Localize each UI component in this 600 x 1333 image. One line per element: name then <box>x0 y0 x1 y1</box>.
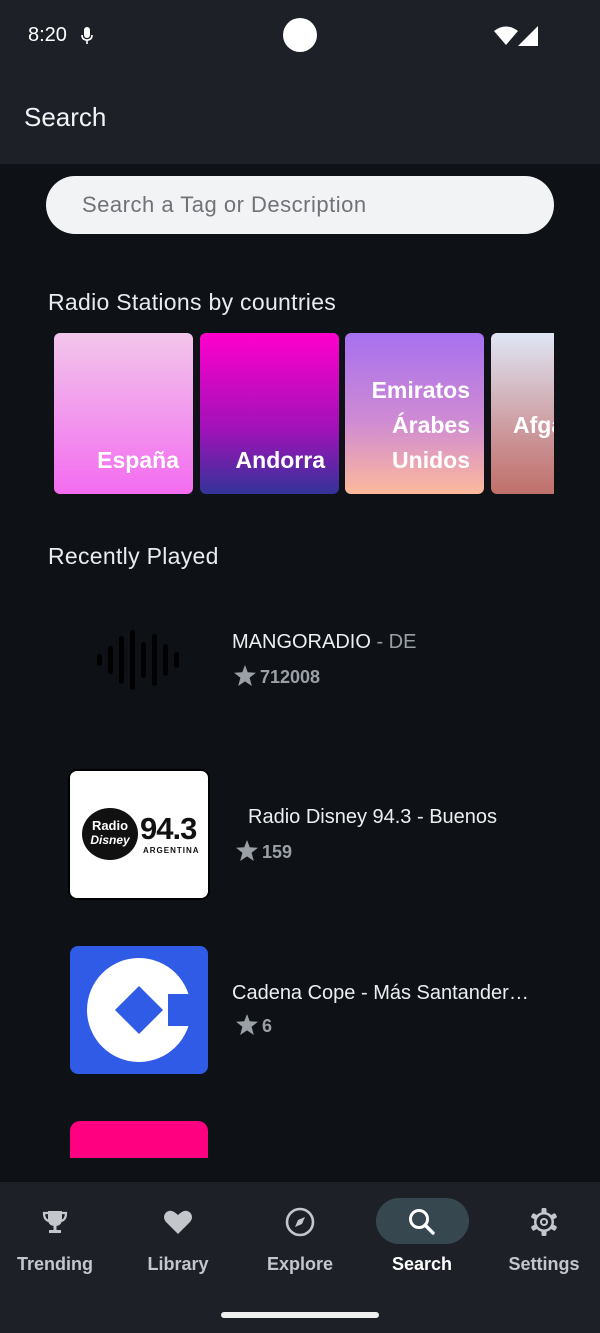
nav-label: Search <box>391 1254 453 1274</box>
logo-text: 94.3 <box>140 811 197 846</box>
bottom-navigation: Trending Library Explore Search Settings <box>0 1182 600 1333</box>
star-icon <box>234 665 256 686</box>
signal-icon <box>518 26 538 46</box>
rating-count: 712008 <box>260 667 321 687</box>
gear-icon <box>531 1208 557 1236</box>
nav-library[interactable]: Library <box>118 1182 238 1302</box>
cope-logo <box>70 946 208 1074</box>
station-title: Cadena Cope - Más Santander… <box>232 982 529 1004</box>
station-name: MANGORADIO - DE <box>232 631 416 654</box>
app-bar: Search <box>0 76 600 164</box>
nav-label: Trending <box>17 1254 93 1274</box>
search-icon <box>409 1209 435 1235</box>
country-card-afganistan[interactable]: Afga <box>491 333 554 494</box>
logo-text: ARGENTINA <box>143 846 200 855</box>
station-item[interactable]: Radio Disney 94.3 ARGENTINA Radio Disney… <box>0 768 600 903</box>
nav-explore[interactable]: Explore <box>240 1182 360 1302</box>
station-logo-partial[interactable] <box>70 1121 208 1158</box>
radio-disney-logo: Radio Disney 94.3 ARGENTINA <box>68 769 210 900</box>
country-card-andorra[interactable]: Andorra <box>200 333 339 494</box>
wifi-icon <box>494 26 518 45</box>
station-title: MANGORADIO <box>232 631 371 653</box>
camera-cutout <box>283 18 317 52</box>
station-item[interactable]: Cadena Cope - Más Santander… 6 <box>0 945 600 1075</box>
station-item[interactable]: MANGORADIO - DE 712008 <box>0 590 600 740</box>
trophy-icon <box>42 1211 68 1233</box>
station-name: Cadena Cope - Más Santander… <box>232 982 529 1005</box>
station-rating: 712008 <box>234 665 320 688</box>
status-time: 8:20 <box>28 24 67 46</box>
logo-text: Disney <box>90 833 130 847</box>
soundwave-logo <box>97 630 179 690</box>
home-indicator[interactable] <box>221 1312 379 1318</box>
nav-settings[interactable]: Settings <box>484 1182 600 1302</box>
nav-label: Library <box>147 1254 209 1274</box>
station-title: Radio Disney 94.3 - Buenos <box>248 806 498 828</box>
star-icon <box>236 1014 258 1035</box>
star-icon <box>236 840 258 861</box>
country-card-emiratos[interactable]: Emiratos Árabes Unidos <box>345 333 484 494</box>
search-input[interactable] <box>46 176 554 234</box>
rating-count: 6 <box>262 1016 273 1036</box>
heart-icon <box>164 1210 192 1234</box>
logo-text: Radio <box>91 818 129 833</box>
countries-section-title: Radio Stations by countries <box>48 289 337 315</box>
nav-label: Explore <box>266 1254 334 1274</box>
country-card-label: Emiratos Árabes Unidos <box>371 377 470 473</box>
compass-icon <box>285 1207 315 1237</box>
status-bar: 8:20 <box>0 0 600 76</box>
nav-trending[interactable]: Trending <box>0 1182 115 1302</box>
logo-circle: Radio Disney <box>82 808 138 860</box>
nav-search[interactable]: Search <box>362 1182 482 1302</box>
country-card-espana[interactable]: España <box>54 333 193 494</box>
recent-section-title: Recently Played <box>48 543 219 569</box>
country-card-label: Afga <box>513 412 554 438</box>
microphone-icon <box>81 27 93 44</box>
station-country: - DE <box>370 631 417 653</box>
country-card-label: España <box>97 447 179 473</box>
country-card-label: Andorra <box>235 447 325 473</box>
station-name: Radio Disney 94.3 - Buenos <box>248 806 497 829</box>
nav-label: Settings <box>508 1254 580 1274</box>
rating-count: 159 <box>262 842 293 862</box>
country-carousel[interactable]: España Andorra Emiratos Árabes Unidos Af… <box>54 333 554 495</box>
station-rating: 6 <box>236 1014 272 1037</box>
station-rating: 159 <box>236 840 292 863</box>
page-title: Search <box>24 102 107 132</box>
